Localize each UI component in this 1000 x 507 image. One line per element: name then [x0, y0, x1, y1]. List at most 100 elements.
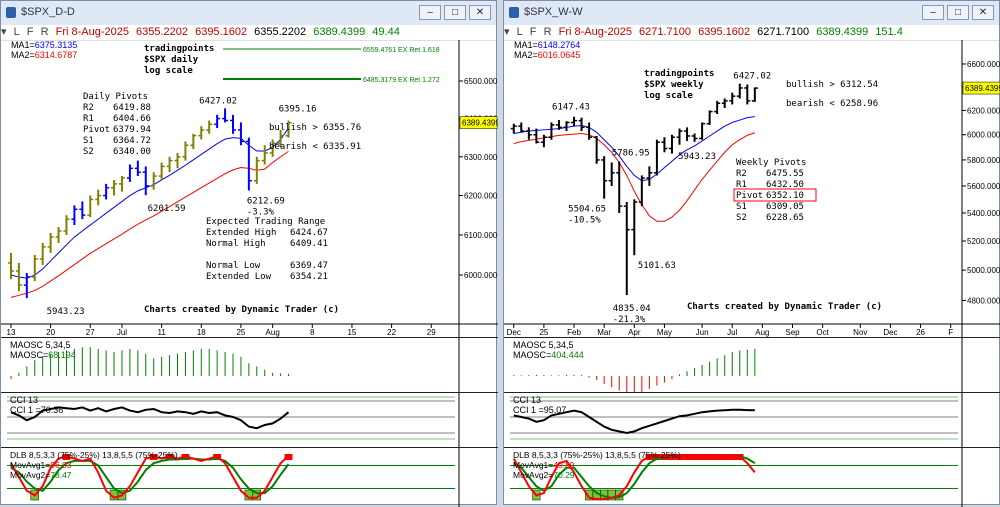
pivot-row-label: R1 [83, 114, 94, 124]
movavg1-label: MovAvg1=49.89 [513, 460, 575, 470]
daily-chart-window[interactable]: $SPX_D-D – □ ✕ ▾ L F R Fri 8-Aug-2025 63… [0, 0, 498, 507]
price-annotation: 5943.23 [47, 307, 85, 317]
price-annotation: -21.3% [613, 315, 646, 325]
quote-low: 6355.2202 [254, 26, 307, 38]
x-tick-label: 29 [427, 328, 436, 337]
movavg1-label: MovAvg1=96.03 [10, 460, 72, 470]
pivot-row-label: S2 [736, 213, 747, 223]
price-annotation: 6212.69 [247, 197, 285, 207]
pivot-row-value: 6352.10 [766, 191, 804, 201]
toolbar-r-button[interactable]: R [41, 26, 49, 38]
y-tick-label: 5200.000 [967, 237, 1000, 246]
x-tick-label: 27 [86, 328, 95, 337]
price-annotation: 6427.02 [733, 72, 771, 82]
toolbar-l-button[interactable]: L [14, 26, 20, 38]
weekly-price-chart[interactable]: 6600.0006400.0006200.0006000.0005800.000… [504, 40, 1000, 337]
close-button[interactable]: ✕ [972, 5, 994, 20]
x-tick-label: Jul [727, 328, 737, 337]
maosc-title: MAOSC 5,34,5 [513, 340, 574, 350]
chart-app-icon [6, 7, 16, 18]
toolbar-f-button[interactable]: F [530, 26, 537, 38]
close-button[interactable]: ✕ [469, 5, 491, 20]
pivot-row-value: 6475.55 [766, 169, 804, 179]
credit-text: Charts created by Dynamic Trader (c) [144, 304, 339, 315]
pivot-row-value: 6379.94 [113, 125, 151, 135]
pivot-row-value: 6228.65 [766, 213, 804, 223]
y-tick-label: 6600.000 [967, 60, 1000, 69]
pivot-row-label: Pivot [736, 191, 763, 201]
price-annotation: -3.3% [247, 208, 275, 218]
title-bar[interactable]: $SPX_W-W – □ ✕ [504, 1, 999, 26]
header-line: log scale [644, 91, 693, 101]
daily-price-chart[interactable]: 6500.0006400.0006300.0006200.0006100.000… [1, 40, 498, 337]
movavg2-label: MovAvg2=78.47 [10, 470, 72, 480]
toolbar-dropdown-icon[interactable]: ▾ [504, 26, 510, 38]
quote-change: 49.44 [372, 26, 400, 38]
toolbar-r-button[interactable]: R [544, 26, 552, 38]
price-annotation: 6395.16 [279, 104, 317, 114]
x-tick-label: 18 [197, 328, 206, 337]
price-annotation: 5101.63 [638, 261, 676, 271]
cci-title: CCI 13 [10, 395, 38, 405]
y-tick-label: 4800.000 [967, 296, 1000, 305]
quote-close: 6389.4399 [816, 26, 869, 38]
quote-bar: ▾ L F R Fri 8-Aug-2025 6355.2202 6395.16… [1, 25, 496, 41]
x-tick-label: Dec [507, 328, 521, 337]
x-tick-label: Sep [785, 328, 800, 337]
daily-cci-panel[interactable]: CCI 13CCI 1 =70.36 [1, 392, 498, 448]
x-tick-label: 26 [916, 328, 925, 337]
quote-date: Fri 8-Aug-2025 [558, 26, 632, 38]
x-tick-label: Nov [853, 328, 867, 337]
weekly-chart-window[interactable]: $SPX_W-W – □ ✕ ▾ L F R Fri 8-Aug-2025 62… [503, 0, 1000, 507]
pivot-row-label: S2 [83, 147, 94, 157]
minimize-button[interactable]: – [419, 5, 441, 20]
y-tick-label: 6500.000 [464, 77, 498, 86]
weekly-cci-panel[interactable]: CCI 13CCI 1 =95.07 [504, 392, 1000, 448]
retrace-label: 6485.3179 EX Ret 1.272 [363, 77, 440, 84]
range-row-label: Extended High [206, 228, 276, 238]
weekly-dlb-panel[interactable]: DLB 8,5,3,3 (75%-25%) 13,8,5,5 (75%-25%)… [504, 447, 1000, 507]
toolbar-dropdown-icon[interactable]: ▾ [1, 26, 7, 38]
price-annotation: 5943.23 [678, 152, 716, 162]
weekly-maosc-panel[interactable]: MAOSC 5,34,5MAOSC=404.444 [504, 337, 1000, 393]
maximize-button[interactable]: □ [947, 5, 969, 20]
y-tick-label: 5800.000 [967, 156, 1000, 165]
quote-close: 6389.4399 [313, 26, 366, 38]
pivot-row-label: R2 [83, 103, 94, 113]
pivot-title: Daily Pivots [83, 92, 148, 102]
header-line: log scale [144, 66, 193, 76]
retrace-label: 6559.4761 EX Ret 1.618 [363, 47, 440, 54]
daily-maosc-panel[interactable]: MAOSC 5,34,5MAOSC=68.194 [1, 337, 498, 393]
x-tick-label: Aug [755, 328, 769, 337]
x-tick-label: Oct [816, 328, 829, 337]
title-bar[interactable]: $SPX_D-D – □ ✕ [1, 1, 496, 26]
x-tick-label: 20 [46, 328, 55, 337]
price-annotation: 5786.95 [612, 149, 650, 159]
maximize-button[interactable]: □ [444, 5, 466, 20]
header-line: $SPX daily [144, 54, 199, 65]
window-title: $SPX_D-D [21, 6, 75, 18]
x-tick-label: 13 [7, 328, 16, 337]
bearish-label: bearish < 6335.91 [269, 142, 361, 152]
pivot-row-value: 6404.66 [113, 114, 151, 124]
minimize-button[interactable]: – [922, 5, 944, 20]
x-tick-label: Feb [567, 328, 581, 337]
range-row-label: Normal High [206, 239, 266, 249]
range-row-value: 6409.41 [290, 239, 328, 249]
pivot-row-label: R2 [736, 169, 747, 179]
range-row-label: Extended Low [206, 272, 272, 282]
ma1-label: MA1=6375.3135 [11, 40, 77, 50]
daily-dlb-panel[interactable]: DLB 8,5,3,3 (75%-25%) 13,8,5,5 (75%-25%)… [1, 447, 498, 507]
toolbar-l-button[interactable]: L [517, 26, 523, 38]
range-row-value: 6369.47 [290, 261, 328, 271]
y-tick-label: 6300.000 [464, 153, 498, 162]
ma2-label: MA2=6314.6787 [11, 50, 77, 60]
maosc-value-label: MAOSC=404.444 [513, 350, 584, 360]
chart-app-icon [509, 7, 519, 18]
toolbar-f-button[interactable]: F [27, 26, 34, 38]
pivot-row-label: Pivot [83, 125, 110, 135]
maosc-value-label: MAOSC=68.194 [10, 350, 76, 360]
quote-high: 6395.1602 [698, 26, 751, 38]
y-tick-label: 6100.000 [464, 231, 498, 240]
last-price-label: 6389.4399 [462, 119, 498, 128]
